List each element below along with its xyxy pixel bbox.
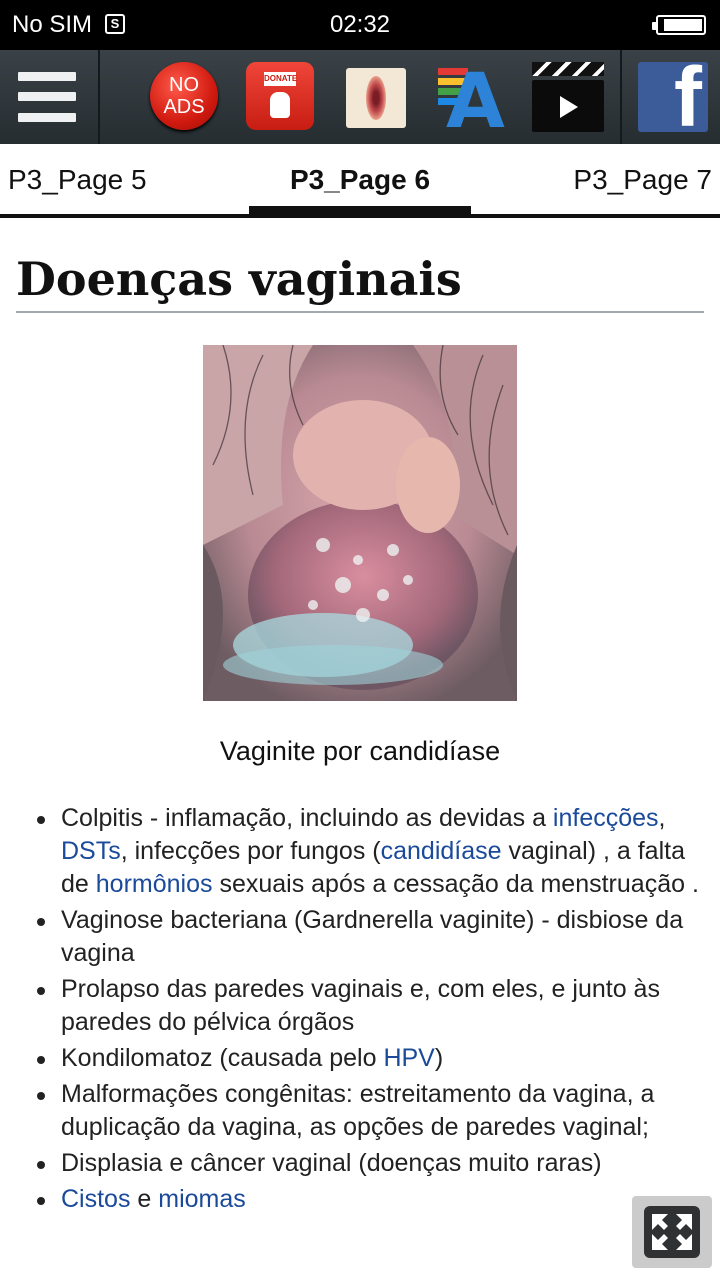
list-item-text: Vaginose bacteriana (Gardnerella vaginit… [61, 906, 684, 967]
article-link[interactable]: hormônios [96, 870, 213, 898]
font-size-icon[interactable]: A [438, 56, 506, 145]
article-link[interactable]: miomas [158, 1185, 246, 1213]
list-item: Kondilomatoz (causada pelo HPV) [37, 1042, 701, 1075]
no-ads-button[interactable]: NO ADS [150, 62, 218, 130]
article-link[interactable]: HPV [383, 1044, 434, 1072]
expand-icon [644, 1206, 700, 1258]
anatomy-icon[interactable] [346, 68, 406, 128]
list-item-text: e [130, 1185, 159, 1213]
article-title: Doenças vaginais [16, 252, 462, 306]
article-content: Doenças vaginais Vaginite por candidíase… [0, 218, 720, 1280]
disease-list: Colpitis - inflamação, incluindo as devi… [37, 802, 701, 1219]
list-item-text: Malformações congênitas: estreitamento d… [61, 1080, 655, 1141]
list-item-text: , infecções por fungos ( [120, 837, 381, 865]
list-item: Cistos e miomas [37, 1183, 701, 1216]
list-item-text: ) [434, 1044, 444, 1072]
tab-page-7[interactable]: P3_Page 7 [573, 164, 712, 196]
list-item-text: Kondilomatoz (causada pelo [61, 1044, 384, 1072]
list-item: Vaginose bacteriana (Gardnerella vaginit… [37, 904, 701, 970]
tab-page-5[interactable]: P3_Page 5 [8, 164, 147, 196]
list-item: Displasia e câncer vaginal (doenças muit… [37, 1147, 701, 1180]
video-clapperboard-icon[interactable] [532, 62, 604, 132]
image-caption: Vaginite por candidíase [219, 736, 501, 766]
list-item-text: Colpitis - inflamação, incluindo as devi… [61, 804, 553, 832]
article-link[interactable]: infecções [553, 804, 659, 832]
battery-icon [652, 15, 706, 35]
title-divider [16, 311, 704, 313]
list-item: Malformações congênitas: estreitamento d… [37, 1078, 701, 1144]
no-ads-label-2: ADS [163, 96, 205, 118]
status-bar: No SIM S 02:32 [0, 0, 720, 50]
article-link[interactable]: Cistos [61, 1185, 130, 1213]
selected-tab-indicator [249, 206, 471, 214]
donate-label: DONATE [264, 72, 297, 86]
fullscreen-button[interactable] [632, 1196, 712, 1268]
facebook-icon[interactable]: f [638, 62, 708, 132]
menu-icon[interactable] [0, 50, 100, 144]
app-toolbar: NO ADS DONATE A f [0, 50, 720, 145]
list-item: Colpitis - inflamação, incluindo as devi… [37, 802, 701, 901]
no-ads-label-1: NO [169, 74, 199, 96]
list-item-text: , [658, 804, 666, 832]
list-item-text: Prolapso das paredes vaginais e, com ele… [61, 975, 660, 1036]
clock: 02:32 [329, 11, 391, 38]
toolbar-divider [620, 50, 622, 144]
donate-button[interactable]: DONATE [246, 62, 314, 130]
article-photo[interactable] [203, 345, 517, 701]
list-item-text: Displasia e câncer vaginal (doenças muit… [61, 1149, 602, 1177]
hand-pointer-icon [270, 92, 290, 118]
tab-page-6[interactable]: P3_Page 6 [249, 164, 471, 196]
page-tabs: P3_Page 5 P3_Page 6 P3_Page 7 [0, 144, 720, 218]
list-item: Prolapso das paredes vaginais e, com ele… [37, 973, 701, 1039]
article-link[interactable]: DSTs [61, 837, 121, 865]
list-item-text: sexuais após a cessação da menstruação . [212, 870, 699, 898]
article-link[interactable]: candidíase [381, 837, 502, 865]
